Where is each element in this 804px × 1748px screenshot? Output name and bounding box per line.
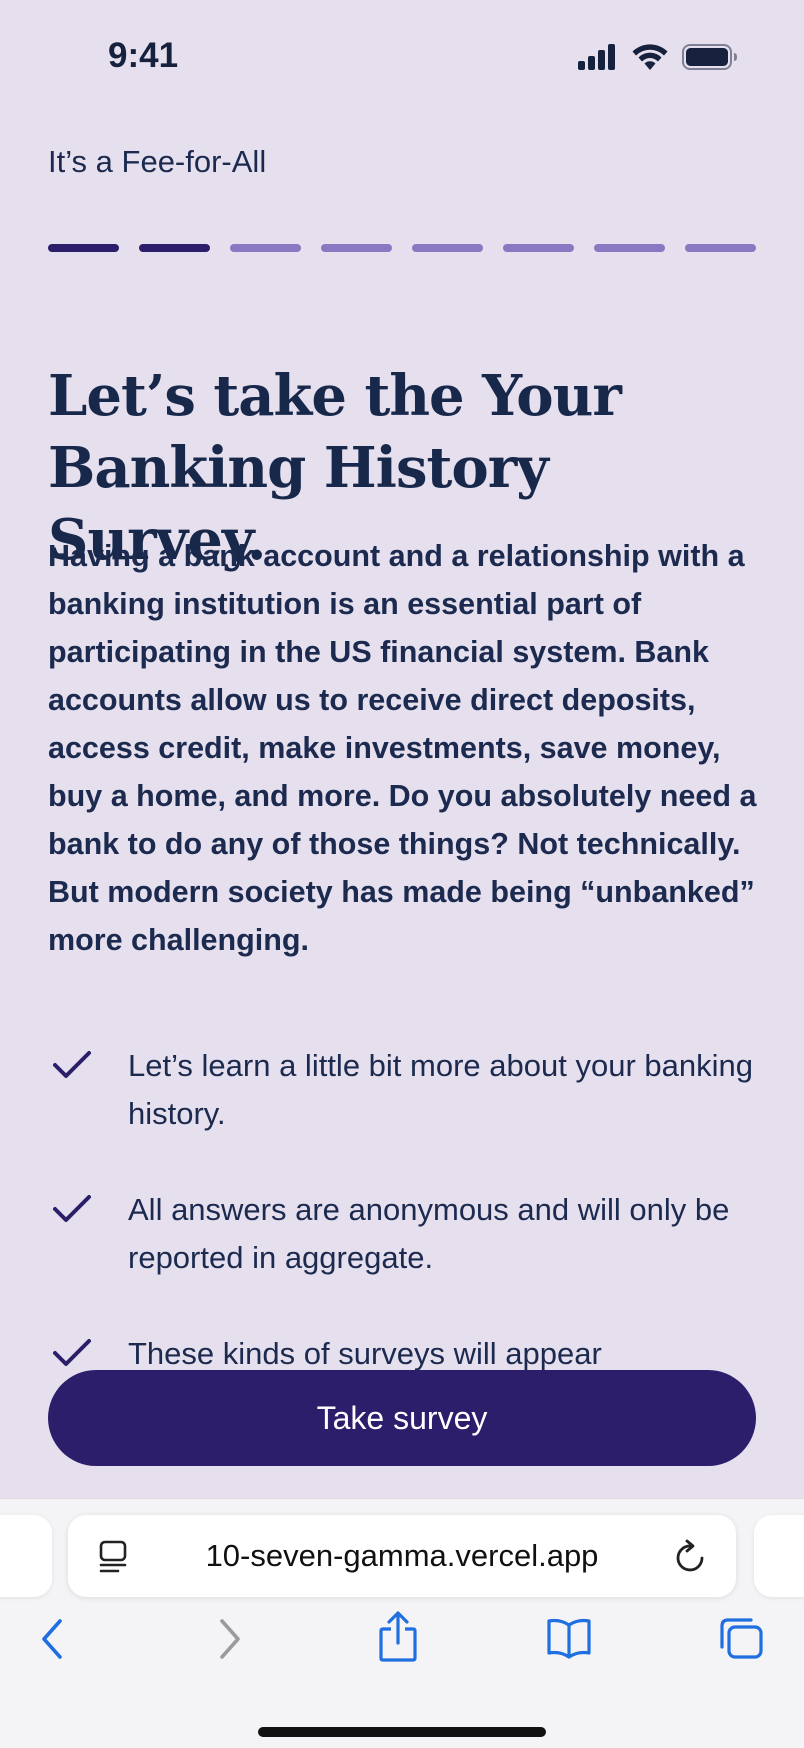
checklist-item-label: All answers are anonymous and will only … bbox=[128, 1192, 730, 1275]
next-tab-preview[interactable] bbox=[754, 1515, 804, 1597]
wifi-icon bbox=[632, 44, 668, 70]
forward-icon[interactable] bbox=[214, 1617, 244, 1661]
share-icon[interactable] bbox=[378, 1611, 418, 1663]
progress-step bbox=[503, 244, 574, 252]
app-name: It’s a Fee-for-All bbox=[48, 144, 267, 179]
progress-step bbox=[139, 244, 210, 252]
status-icons bbox=[578, 44, 738, 70]
checklist-item: All answers are anonymous and will only … bbox=[48, 1186, 760, 1282]
take-survey-button[interactable]: Take survey bbox=[48, 1370, 756, 1466]
reload-icon[interactable] bbox=[674, 1538, 708, 1574]
checklist: Let’s learn a little bit more about your… bbox=[48, 1042, 760, 1426]
status-time: 9:41 bbox=[108, 36, 179, 75]
browser-toolbar bbox=[0, 1611, 804, 1697]
home-indicator bbox=[258, 1727, 546, 1737]
bookmarks-icon[interactable] bbox=[546, 1617, 592, 1659]
progress-step bbox=[685, 244, 756, 252]
check-icon bbox=[53, 1195, 91, 1222]
browser-bar: 10-seven-gamma.vercel.app bbox=[0, 1498, 804, 1748]
progress-step bbox=[321, 244, 392, 252]
survey-progress bbox=[48, 244, 756, 252]
tabs-icon[interactable] bbox=[718, 1617, 764, 1661]
battery-icon bbox=[682, 44, 737, 70]
address-bar[interactable]: 10-seven-gamma.vercel.app bbox=[68, 1515, 736, 1597]
checklist-item-label: Let’s learn a little bit more about your… bbox=[128, 1048, 753, 1131]
progress-step bbox=[594, 244, 665, 252]
progress-step bbox=[230, 244, 301, 252]
previous-tab-preview[interactable] bbox=[0, 1515, 52, 1597]
url-text: 10-seven-gamma.vercel.app bbox=[205, 1538, 599, 1573]
intro-paragraph: Having a bank account and a relationship… bbox=[48, 539, 757, 957]
check-icon bbox=[53, 1339, 91, 1366]
cellular-signal-icon bbox=[578, 44, 615, 70]
progress-step bbox=[412, 244, 483, 252]
check-icon bbox=[53, 1051, 91, 1078]
checklist-item: Let’s learn a little bit more about your… bbox=[48, 1042, 760, 1138]
page-menu-icon[interactable] bbox=[98, 1540, 128, 1574]
back-icon[interactable] bbox=[38, 1617, 68, 1661]
status-bar: 9:41 bbox=[0, 0, 804, 110]
progress-step bbox=[48, 244, 119, 252]
